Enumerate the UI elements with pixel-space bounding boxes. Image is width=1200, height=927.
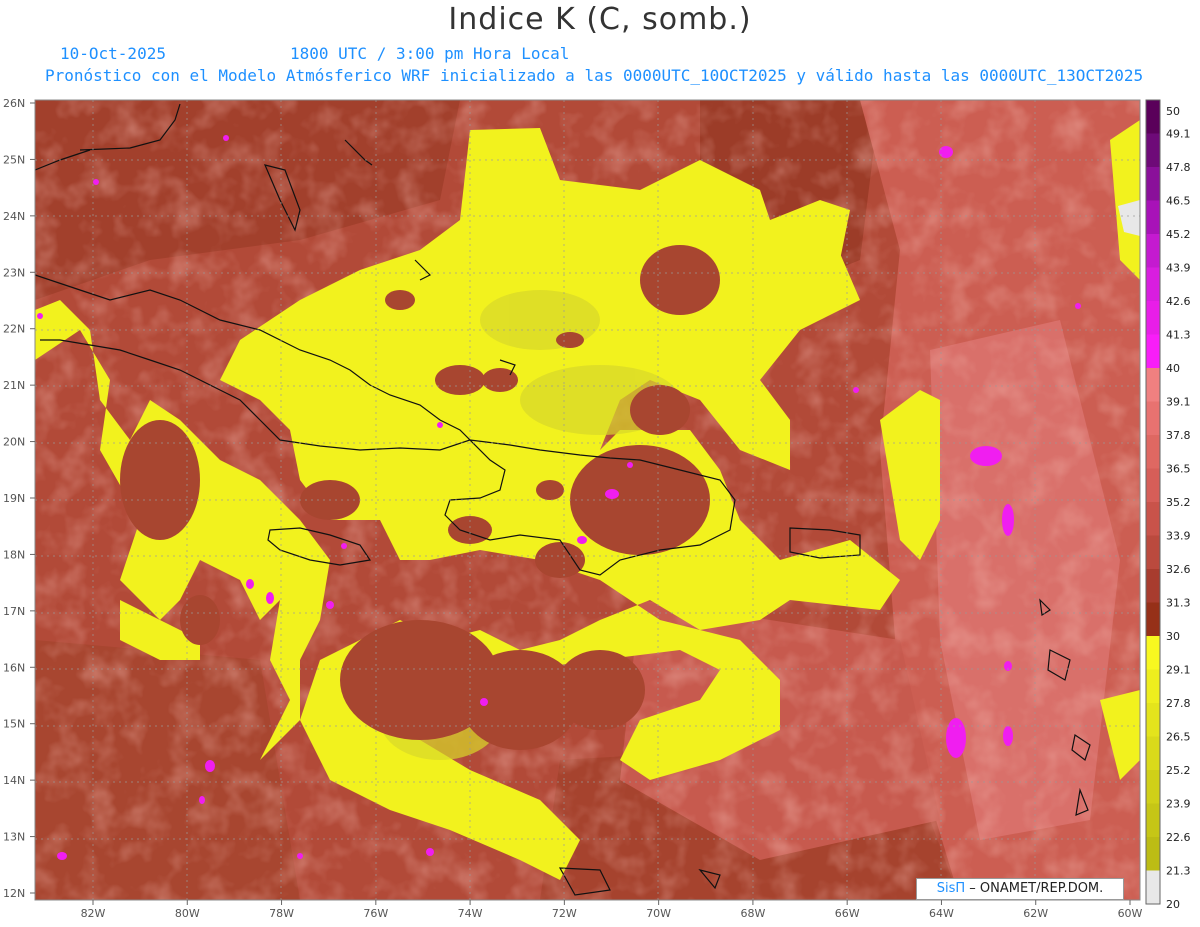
lat-label: 23N (3, 266, 25, 279)
lat-label: 14N (3, 774, 25, 787)
colorbar-segment (1146, 301, 1160, 335)
lon-label: 78W (269, 907, 294, 920)
colorbar-label: 47.8 (1166, 161, 1191, 174)
colorbar-segment (1146, 535, 1160, 570)
lat-label: 17N (3, 605, 25, 618)
colorbar-label: 21.3 (1166, 865, 1191, 878)
lat-label: 12N (3, 887, 25, 900)
colorbar-label: 27.8 (1166, 697, 1191, 710)
lat-label: 18N (3, 548, 25, 561)
colorbar-label: 39.1 (1166, 396, 1191, 409)
lat-label: 13N (3, 831, 25, 844)
longitude-axis: 82W 80W 78W 76W 74W 72W 70W 68W 66W 64W 62W 60W (81, 900, 1143, 920)
colorbar-segment (1146, 200, 1160, 235)
lon-label: 60W (1118, 907, 1143, 920)
credit-box: SisΠ – ONAMET/REP.DOM. (916, 878, 1124, 900)
colorbar-label: 37.8 (1166, 429, 1191, 442)
colorbar-segment (1146, 636, 1160, 670)
colorbar-label: 36.5 (1166, 463, 1191, 476)
colorbar-segment (1146, 602, 1160, 637)
k-index-map: 26N 25N 24N 23N 22N 21N 20N 19N 18N 17N 16N 15N 14N 1… (3, 97, 1191, 920)
colorbar-segment (1146, 803, 1160, 838)
lon-label: 74W (458, 907, 483, 920)
colorbar-label: 33.9 (1166, 530, 1191, 543)
colorbar-segment (1146, 167, 1160, 201)
colorbar-segment (1146, 703, 1160, 737)
colorbar-label: 30 (1166, 630, 1180, 643)
colorbar-segment (1146, 334, 1160, 369)
lon-label: 80W (175, 907, 200, 920)
lon-label: 68W (740, 907, 765, 920)
colorbar-label: 43.9 (1166, 262, 1191, 275)
colorbar-label: 25.2 (1166, 764, 1191, 777)
lon-label: 82W (81, 907, 106, 920)
colorbar-segment (1146, 837, 1160, 871)
colorbar-label: 49.1 (1166, 128, 1191, 141)
colorbar-segment (1146, 368, 1160, 402)
colorbar-label: 40 (1166, 362, 1180, 375)
lat-label: 22N (3, 323, 25, 336)
lon-label: 72W (552, 907, 577, 920)
lat-label: 16N (3, 661, 25, 674)
credit-org: – ONAMET/REP.DOM. (969, 881, 1104, 896)
latitude-axis: 26N 25N 24N 23N 22N 21N 20N 19N 18N 17N 16N 15N 14N 1… (3, 97, 35, 900)
colorbar-segment (1146, 468, 1160, 503)
colorbar-segment (1146, 770, 1160, 804)
colorbar-segment (1146, 435, 1160, 469)
colorbar-label: 46.5 (1166, 195, 1191, 208)
lon-label: 76W (363, 907, 388, 920)
lat-label: 20N (3, 436, 25, 449)
lat-label: 25N (3, 153, 25, 166)
colorbar-label: 50 (1166, 105, 1180, 118)
colorbar-label: 32.6 (1166, 563, 1191, 576)
map-field (35, 100, 1140, 900)
colorbar-label: 42.6 (1166, 295, 1191, 308)
colorbar-label: 45.2 (1166, 228, 1191, 241)
colorbar-label: 41.3 (1166, 329, 1191, 342)
colorbar-segment (1146, 234, 1160, 268)
sispi-logo-text: SisΠ (936, 881, 966, 896)
colorbar-label: 26.5 (1166, 731, 1191, 744)
colorbar-segment (1146, 669, 1160, 704)
colorbar-segment (1146, 100, 1160, 134)
colorbar-label: 29.1 (1166, 664, 1191, 677)
colorbar-segment (1146, 569, 1160, 603)
colorbar-label: 35.2 (1166, 496, 1191, 509)
lon-label: 70W (646, 907, 671, 920)
colorbar-segment (1146, 267, 1160, 302)
lat-label: 26N (3, 97, 25, 110)
colorbar-segment (1146, 736, 1160, 771)
colorbar: 50 49.1 47.8 46.5 45.2 43.9 42.6 41.3 40 39.1 37.8… (1145, 99, 1191, 911)
lon-label: 66W (835, 907, 860, 920)
lat-label: 15N (3, 718, 25, 731)
colorbar-segment (1146, 133, 1160, 168)
lon-label: 64W (929, 907, 954, 920)
colorbar-segment (1146, 870, 1160, 905)
colorbar-segment (1146, 502, 1160, 536)
lon-label: 62W (1023, 907, 1048, 920)
lat-label: 21N (3, 379, 25, 392)
colorbar-label: 20 (1166, 898, 1180, 911)
colorbar-label: 23.9 (1166, 798, 1191, 811)
lat-label: 24N (3, 210, 25, 223)
colorbar-label: 22.6 (1166, 831, 1191, 844)
lat-label: 19N (3, 492, 25, 505)
colorbar-label: 31.3 (1166, 597, 1191, 610)
colorbar-segment (1146, 401, 1160, 436)
